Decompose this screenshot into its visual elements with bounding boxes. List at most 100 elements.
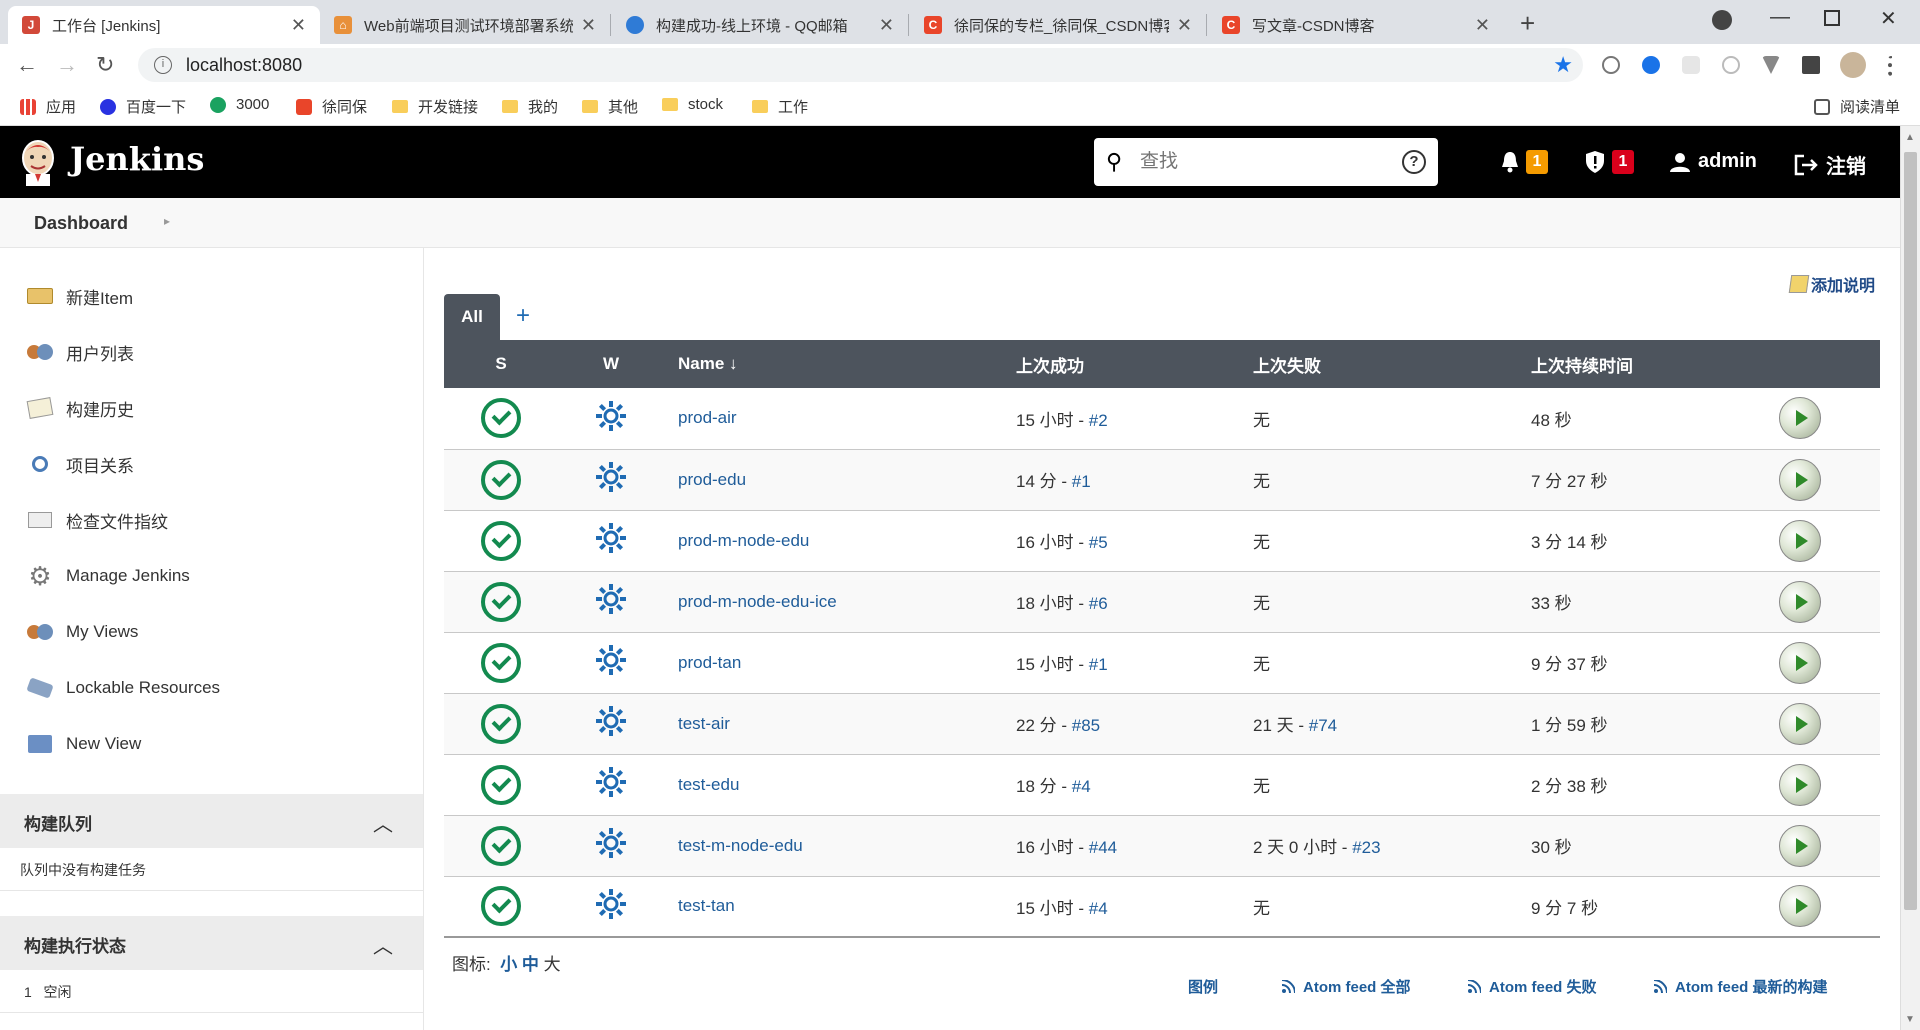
last-success-build-link[interactable]: #6	[1089, 594, 1108, 613]
security-button[interactable]: 1	[1584, 150, 1634, 174]
atom-feed-all-link[interactable]: Atom feed 全部	[1282, 976, 1411, 997]
last-success-build-link[interactable]: #2	[1089, 411, 1108, 430]
task-manage-jenkins[interactable]: ⚙ Manage Jenkins	[26, 561, 189, 591]
icon-size-medium[interactable]: 中	[522, 955, 539, 974]
breadcrumb-chevron-icon[interactable]: ▸	[164, 214, 170, 228]
extension-icon[interactable]	[1682, 56, 1700, 74]
reload-button[interactable]: ↻	[96, 52, 114, 78]
task-new-view[interactable]: New View	[26, 730, 141, 758]
schedule-build-icon[interactable]	[1779, 397, 1821, 440]
extension-icon[interactable]	[1642, 56, 1660, 74]
browser-tab[interactable]: ⌂ Web前端项目测试环境部署系统 ✕	[320, 6, 610, 44]
sunny-weather-icon[interactable]	[594, 887, 628, 921]
bookmark-folder[interactable]: stock	[662, 96, 723, 113]
atom-feed-failures-link[interactable]: Atom feed 失败	[1468, 976, 1597, 997]
task-build-history[interactable]: 构建历史	[26, 394, 134, 422]
task-fingerprint[interactable]: 检查文件指纹	[26, 506, 168, 534]
browser-menu-icon[interactable]	[1888, 56, 1894, 76]
add-view-button[interactable]: +	[516, 302, 530, 330]
icon-size-small[interactable]: 小	[500, 955, 517, 974]
sunny-weather-icon[interactable]	[594, 521, 628, 555]
schedule-build-icon[interactable]	[1779, 641, 1821, 684]
success-status-icon[interactable]	[481, 764, 521, 805]
profile-avatar[interactable]	[1840, 52, 1866, 78]
last-failure-build-link[interactable]: #23	[1352, 838, 1380, 857]
collapse-chevron-icon[interactable]: ︿	[373, 930, 393, 959]
last-success-build-link[interactable]: #4	[1072, 777, 1091, 796]
last-success-build-link[interactable]: #1	[1089, 655, 1108, 674]
back-button[interactable]: ←	[16, 52, 38, 78]
job-name-link[interactable]: prod-m-node-edu-ice	[678, 592, 837, 611]
bookmark-item[interactable]: 徐同保	[296, 96, 367, 117]
job-name-link[interactable]: test-edu	[678, 775, 739, 794]
minimize-button[interactable]: —	[1770, 6, 1790, 29]
bookmark-folder[interactable]: 其他	[582, 96, 638, 117]
close-window-button[interactable]: ✕	[1880, 6, 1897, 31]
build-queue-header[interactable]: 构建队列 ︿	[0, 794, 423, 848]
task-project-relationship[interactable]: 项目关系	[26, 450, 134, 478]
task-people[interactable]: 用户列表	[26, 338, 134, 366]
success-status-icon[interactable]	[481, 703, 521, 744]
last-success-build-link[interactable]: #85	[1072, 716, 1100, 735]
help-icon[interactable]: ?	[1402, 150, 1426, 174]
forward-button[interactable]: →	[56, 52, 78, 78]
column-status[interactable]: S	[444, 340, 558, 388]
new-tab-button[interactable]: +	[1520, 8, 1535, 39]
notifications-button[interactable]: 1	[1500, 150, 1548, 174]
column-last-duration[interactable]: 上次持续时间	[1521, 340, 1751, 388]
schedule-build-icon[interactable]	[1779, 885, 1821, 928]
logout-button[interactable]: 注销	[1794, 150, 1866, 179]
scroll-down-arrow-icon[interactable]: ▼	[1905, 1014, 1915, 1025]
success-status-icon[interactable]	[481, 520, 521, 561]
site-info-icon[interactable]: i	[154, 56, 172, 74]
maximize-button[interactable]	[1824, 10, 1840, 26]
close-tab-icon[interactable]: ✕	[1475, 15, 1490, 36]
scrollbar-thumb[interactable]	[1904, 152, 1917, 910]
job-name-link[interactable]: prod-air	[678, 408, 737, 427]
sunny-weather-icon[interactable]	[594, 704, 628, 738]
extension-icon[interactable]	[1722, 56, 1740, 74]
last-success-build-link[interactable]: #44	[1089, 838, 1117, 857]
last-success-build-link[interactable]: #1	[1072, 472, 1091, 491]
task-my-views[interactable]: My Views	[26, 618, 138, 646]
search-box[interactable]: ⚲ ?	[1094, 138, 1438, 186]
success-status-icon[interactable]	[481, 398, 521, 439]
sunny-weather-icon[interactable]	[594, 765, 628, 799]
page-scrollbar[interactable]: ▲ ▼	[1900, 126, 1920, 1030]
job-name-link[interactable]: test-air	[678, 714, 730, 733]
sunny-weather-icon[interactable]	[594, 826, 628, 860]
schedule-build-icon[interactable]	[1779, 580, 1821, 623]
schedule-build-icon[interactable]	[1779, 702, 1821, 745]
success-status-icon[interactable]	[481, 642, 521, 683]
legend-link[interactable]: 图例	[1188, 976, 1218, 997]
sunny-weather-icon[interactable]	[594, 643, 628, 677]
job-name-link[interactable]: test-m-node-edu	[678, 836, 803, 855]
success-status-icon[interactable]	[481, 459, 521, 500]
success-status-icon[interactable]	[481, 886, 521, 927]
bookmark-folder[interactable]: 开发链接	[392, 96, 478, 117]
column-last-failure[interactable]: 上次失败	[1243, 340, 1521, 388]
schedule-build-icon[interactable]	[1779, 763, 1821, 806]
sunny-weather-icon[interactable]	[594, 582, 628, 616]
last-failure-build-link[interactable]: #74	[1309, 716, 1337, 735]
schedule-build-icon[interactable]	[1779, 458, 1821, 501]
schedule-build-icon[interactable]	[1779, 824, 1821, 867]
add-description-link[interactable]: 添加说明	[1788, 272, 1875, 296]
user-menu[interactable]: admin	[1670, 150, 1757, 173]
column-last-success[interactable]: 上次成功	[1006, 340, 1243, 388]
browser-tab[interactable]: C 写文章-CSDN博客 ✕	[1208, 6, 1504, 44]
search-input[interactable]	[1134, 151, 1402, 173]
icon-size-large[interactable]: 大	[544, 955, 561, 974]
task-new-item[interactable]: 新建Item	[26, 282, 133, 310]
task-lockable-resources[interactable]: Lockable Resources	[26, 674, 220, 702]
column-name[interactable]: Name ↓	[664, 340, 1006, 388]
executors-header[interactable]: 构建执行状态 ︿	[0, 916, 423, 970]
breadcrumb-dashboard[interactable]: Dashboard	[34, 213, 128, 234]
job-name-link[interactable]: prod-edu	[678, 470, 746, 489]
extension-icon[interactable]	[1602, 56, 1620, 74]
job-name-link[interactable]: prod-m-node-edu	[678, 531, 809, 550]
job-name-link[interactable]: prod-tan	[678, 653, 741, 672]
column-weather[interactable]: W	[558, 340, 664, 388]
bookmark-item[interactable]: 3000	[210, 96, 269, 113]
job-name-link[interactable]: test-tan	[678, 896, 735, 915]
